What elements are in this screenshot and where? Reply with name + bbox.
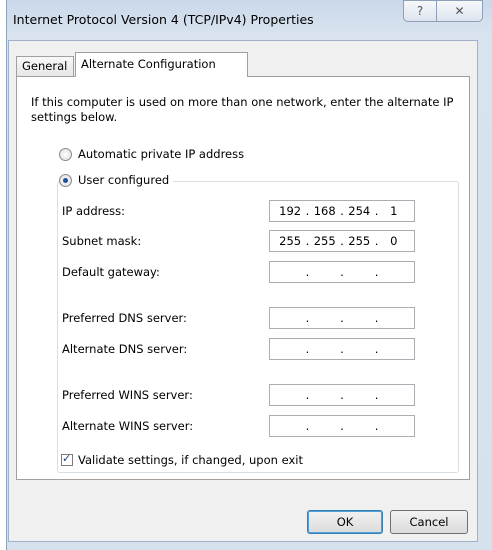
default-gateway-field[interactable]: . . . <box>269 261 415 283</box>
tab-alternate-configuration[interactable]: Alternate Configuration <box>75 52 248 77</box>
octet: 255 <box>348 234 371 248</box>
close-button[interactable]: ✕ <box>437 0 483 22</box>
preferred-wins-field[interactable]: . . . <box>269 384 415 406</box>
tab-panel: If this computer is used on more than on… <box>16 76 470 480</box>
alternate-wins-label: Alternate WINS server: <box>62 419 194 433</box>
window-title: Internet Protocol Version 4 (TCP/IPv4) P… <box>13 12 314 27</box>
octet: 254 <box>348 204 371 218</box>
ok-button[interactable]: OK <box>307 510 383 534</box>
alternate-dns-label: Alternate DNS server: <box>62 342 188 356</box>
alternate-wins-field[interactable]: . . . <box>269 415 415 437</box>
question-mark-icon: ? <box>416 4 424 18</box>
radio-label-automatic: Automatic private IP address <box>78 147 245 161</box>
preferred-wins-label: Preferred WINS server: <box>62 388 193 402</box>
octet: 192 <box>279 204 302 218</box>
ip-address-field[interactable]: 192. 168. 254. 1 <box>269 200 415 222</box>
validate-settings-checkbox[interactable]: ✓ <box>61 452 73 466</box>
tab-general[interactable]: General <box>16 56 74 76</box>
default-gateway-label: Default gateway: <box>62 265 160 279</box>
validate-settings-label: Validate settings, if changed, upon exit <box>78 453 303 467</box>
radio-button-unchecked[interactable] <box>59 147 72 161</box>
cancel-button[interactable]: Cancel <box>390 510 468 534</box>
description-text: If this computer is used on more than on… <box>31 95 454 124</box>
octet: 1 <box>390 204 398 218</box>
octet: 168 <box>313 204 336 218</box>
radio-user-configured[interactable]: User configured <box>59 173 174 187</box>
radio-label-user-configured: User configured <box>78 173 170 187</box>
octet: 255 <box>279 234 302 248</box>
radio-automatic-private-ip[interactable]: Automatic private IP address <box>59 147 244 161</box>
subnet-mask-field[interactable]: 255. 255. 255. 0 <box>269 230 415 252</box>
radio-button-checked[interactable] <box>59 173 72 187</box>
checkmark-icon: ✓ <box>62 452 72 465</box>
octet: 255 <box>313 234 336 248</box>
validate-settings-checkbox-row[interactable]: ✓ Validate settings, if changed, upon ex… <box>61 452 303 467</box>
preferred-dns-field[interactable]: . . . <box>269 307 415 329</box>
octet: 0 <box>390 234 398 248</box>
ip-address-label: IP address: <box>62 204 126 218</box>
title-bar[interactable]: Internet Protocol Version 4 (TCP/IPv4) P… <box>7 0 492 40</box>
alternate-dns-field[interactable]: . . . <box>269 338 415 360</box>
help-button[interactable]: ? <box>403 0 437 22</box>
preferred-dns-label: Preferred DNS server: <box>62 311 187 325</box>
subnet-mask-label: Subnet mask: <box>62 234 142 248</box>
close-icon: ✕ <box>454 4 465 18</box>
